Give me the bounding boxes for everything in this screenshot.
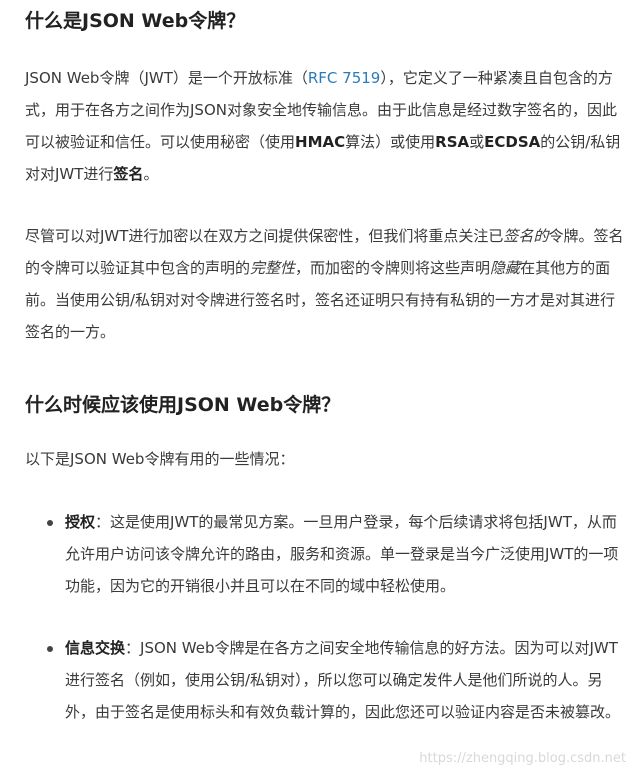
item-description: ：这是使用JWT的最常见方案。一旦用户登录，每个后续请求将包括JWT，从而允许用… <box>65 513 619 595</box>
term-authorization: 授权 <box>65 513 96 531</box>
italic-hidden: 隐藏 <box>490 259 521 277</box>
text-fragment: 或 <box>469 133 485 151</box>
bold-hmac: HMAC <box>295 133 346 151</box>
item-description: ：JSON Web令牌是在各方之间安全地传输信息的好方法。因为可以对JWT进行签… <box>65 639 621 721</box>
bold-rsa: RSA <box>435 133 470 151</box>
term-information-exchange: 信息交换 <box>65 639 126 657</box>
heading-when-to-use-jwt: 什么时候应该使用JSON Web令牌？ <box>25 394 341 416</box>
text-fragment: 算法）或使用 <box>345 133 436 151</box>
heading-what-is-jwt: 什么是JSON Web令牌？ <box>25 10 246 32</box>
text-fragment: 尽管可以对JWT进行加密以在双方之间提供保密性，但我们将重点关注已 <box>25 227 504 245</box>
rfc-7519-link[interactable]: RFC 7519 <box>308 69 380 87</box>
italic-integrity: 完整性 <box>250 259 296 277</box>
use-case-list: 授权：这是使用JWT的最常见方案。一旦用户登录，每个后续请求将包括JWT，从而允… <box>45 506 628 728</box>
italic-signed: 签名的 <box>503 227 549 245</box>
paragraph-jwt-encryption: 尽管可以对JWT进行加密以在双方之间提供保密性，但我们将重点关注已签名的令牌。签… <box>25 220 625 348</box>
article-content: 什么是JSON Web令牌？ JSON Web令牌（JWT）是一个开放标准（RF… <box>0 0 636 770</box>
list-item-authorization: 授权：这是使用JWT的最常见方案。一旦用户登录，每个后续请求将包括JWT，从而允… <box>45 506 628 602</box>
bullet-icon <box>47 646 53 652</box>
bullet-icon <box>47 520 53 526</box>
watermark: https://zhengqing.blog.csdn.net <box>419 751 626 766</box>
paragraph-use-cases-intro: 以下是JSON Web令牌有用的一些情况： <box>25 450 295 468</box>
text-fragment: JSON Web令牌（JWT）是一个开放标准（ <box>25 69 308 87</box>
paragraph-jwt-definition: JSON Web令牌（JWT）是一个开放标准（RFC 7519），它定义了一种紧… <box>25 62 625 190</box>
bold-ecdsa: ECDSA <box>484 133 541 151</box>
text-fragment: 。 <box>143 165 159 183</box>
text-fragment: ，而加密的令牌则将这些声明 <box>295 259 491 277</box>
list-item-information-exchange: 信息交换：JSON Web令牌是在各方之间安全地传输信息的好方法。因为可以对JW… <box>45 632 628 728</box>
bold-signature: 签名 <box>113 165 144 183</box>
